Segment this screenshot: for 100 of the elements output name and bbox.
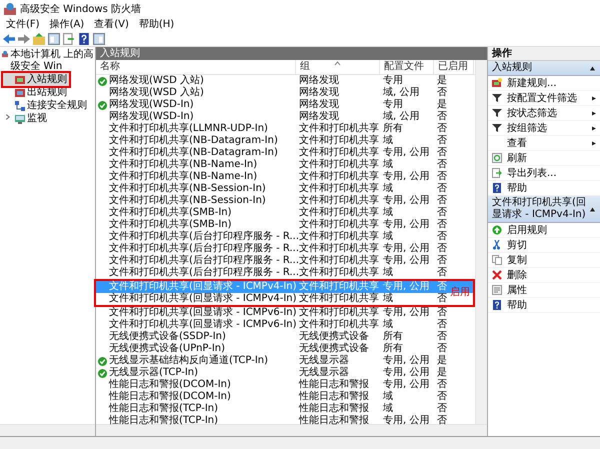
copy-icon: [492, 255, 502, 265]
table-row[interactable]: 文件和打印机共享(NB-Datagram-In) 文件和打印机共享 域 否: [96, 135, 475, 147]
action-item[interactable]: 按组筛选: [488, 121, 600, 136]
table-row[interactable]: 性能日志和警报(TCP-In) 性能日志和警报 专用, 公用 否: [96, 415, 475, 427]
menu-item[interactable]: 帮助(H): [138, 17, 174, 31]
table-cell-text: 是: [436, 367, 448, 379]
menu-item[interactable]: 文件(F): [6, 17, 40, 31]
help-icon[interactable]: [78, 32, 90, 44]
table-cell-text: 文件和打印机共享: [298, 159, 380, 170]
horizontal-scrollbar[interactable]: [0, 424, 95, 436]
column-header[interactable]: 名称: [96, 60, 296, 74]
table-cell-text: 否: [436, 379, 448, 391]
table-row[interactable]: 无线便携式设备(UPnP-In) 无线便携式设备 所有 否: [96, 343, 475, 355]
table-cell-text: 域: [382, 293, 394, 305]
action-item[interactable]: 复制: [488, 253, 600, 268]
menu-item[interactable]: 查看(V): [94, 17, 129, 31]
table-cell-text: 文件和打印机共享(NB-Name-In): [109, 171, 258, 182]
table-cell-text: 域: [382, 231, 394, 242]
table-cell-text: 性能日志和警报(TCP-In): [109, 403, 218, 414]
table-cell-text: 是: [436, 75, 448, 87]
table-row[interactable]: 文件和打印机共享(后台打印程序服务 - R...文件和打印机共享 专用, 公用 否: [96, 243, 475, 255]
menu-item[interactable]: 操作(A): [50, 17, 84, 31]
table-row[interactable]: 性能日志和警报(DCOM-In) 性能日志和警报 域 否: [96, 391, 475, 403]
action-item[interactable]: 剪切: [488, 238, 600, 253]
table-row[interactable]: 网络发现(WSD-In) 网络发现 专用 是: [96, 99, 475, 111]
table-row[interactable]: 文件和打印机共享(后台打印程序服务 - R...文件和打印机共享 域 否: [96, 231, 475, 243]
table-cell-text: 否: [436, 281, 448, 293]
table-cell-text: 无线便携式设备(UPnP-In): [109, 343, 226, 354]
table-cell-text: 文件和打印机共享(回显请求 - ICMPv6-In): [109, 307, 297, 318]
table-row[interactable]: 网络发现(WSD 入站) 网络发现 专用 是: [96, 75, 475, 87]
table-row[interactable]: 性能日志和警报(DCOM-In) 性能日志和警报 专用, 公用 否: [96, 379, 475, 391]
table-row[interactable]: 文件和打印机共享(NB-Name-In) 文件和打印机共享 专用, 公用 否: [96, 171, 475, 183]
table-cell-text: 性能日志和警报: [298, 391, 370, 402]
expand-chevron-icon[interactable]: [5, 113, 11, 121]
action-item[interactable]: 启用规则: [488, 223, 600, 238]
table-cell-text: 文件和打印机共享(NB-Datagram-In): [109, 135, 278, 146]
table-cell-text: 否: [436, 219, 448, 231]
tree-item[interactable]: 入站规则: [3, 73, 69, 86]
horizontal-scrollbar[interactable]: [96, 424, 487, 436]
table-row[interactable]: 无线便携式设备(SSDP-In) 无线便携式设备 所有 否: [96, 331, 475, 343]
action-item[interactable]: 删除: [488, 268, 600, 283]
column-header[interactable]: 组: [296, 60, 380, 74]
table-cell-text: 文件和打印机共享(后台打印程序服务 - R...: [109, 255, 299, 266]
action-item[interactable]: 属性: [488, 283, 600, 298]
action-item[interactable]: 导出列表...: [488, 166, 600, 181]
action-item[interactable]: 刷新: [488, 151, 600, 166]
table-row[interactable]: 文件和打印机共享(回显请求 - ICMPv6-In) 文件和打印机共享 专用, 公用 否: [96, 307, 475, 319]
table-row[interactable]: 文件和打印机共享(NB-Session-In) 文件和打印机共享 专用, 公用 否: [96, 195, 475, 207]
table-row[interactable]: 文件和打印机共享(NB-Datagram-In) 文件和打印机共享 专用, 公用 否: [96, 147, 475, 159]
table-cell-text: 否: [436, 391, 448, 403]
action-item[interactable]: 帮助: [488, 298, 600, 313]
table-cell-text: 专用: [382, 99, 404, 110]
pane-header: 入站规则: [96, 47, 487, 60]
action-item[interactable]: 查看: [488, 136, 600, 151]
folder-up-icon[interactable]: [33, 32, 45, 44]
action-item[interactable]: 按配置文件筛选: [488, 91, 600, 106]
table-cell-text: 专用, 公用: [382, 171, 430, 182]
table-cell-text: 否: [436, 403, 448, 415]
pane-icon[interactable]: [93, 32, 105, 44]
pane-icon[interactable]: [48, 32, 60, 44]
action-item[interactable]: 新建规则...: [488, 76, 600, 91]
table-cell-text: 否: [436, 207, 448, 219]
table-row[interactable]: 文件和打印机共享(NB-Name-In) 文件和打印机共享 域 否: [96, 159, 475, 171]
table-cell: 网络发现(WSD 入站): [109, 87, 204, 99]
collapse-triangle-icon[interactable]: [589, 206, 596, 212]
table-row[interactable]: 文件和打印机共享(SMB-In) 文件和打印机共享 域 否: [96, 207, 475, 219]
table-cell: 性能日志和警报(TCP-In): [109, 415, 218, 427]
back-arrow-icon[interactable]: [3, 32, 15, 44]
table-cell-text: 域: [382, 267, 394, 279]
table-cell-text: 文件和打印机共享: [298, 281, 380, 292]
table-row[interactable]: 文件和打印机共享(回显请求 - ICMPv6-In) 文件和打印机共享 域 否: [96, 319, 475, 331]
table-cell-text: 是: [436, 355, 448, 367]
table-cell-text: 文件和打印机共享(SMB-In): [109, 207, 232, 218]
collapse-triangle-icon[interactable]: [589, 66, 596, 70]
table-cell-text: 文件和打印机共享(LLMNR-UDP-In): [109, 123, 268, 134]
table-row[interactable]: 文件和打印机共享(SMB-In) 文件和打印机共享 专用, 公用 否: [96, 219, 475, 231]
table-cell-text: 否: [436, 159, 448, 171]
table-row[interactable]: 无线显示基础结构反向通道(TCP-In) 无线显示器 专用, 公用 是: [96, 355, 475, 367]
tree-item[interactable]: 连接安全规则: [3, 99, 89, 112]
column-header[interactable]: 配置文件: [380, 60, 434, 74]
table-cell-text: 性能日志和警报(DCOM-In): [109, 391, 231, 402]
table-row[interactable]: 网络发现(WSD 入站) 网络发现 域, 公用 否: [96, 87, 475, 99]
table-row[interactable]: 文件和打印机共享(NB-Session-In) 文件和打印机共享 域 否: [96, 183, 475, 195]
vertical-scrollbar[interactable]: [475, 60, 487, 424]
table-row[interactable]: 文件和打印机共享(后台打印程序服务 - R...文件和打印机共享 专用, 公用 否: [96, 255, 475, 267]
tree-root[interactable]: 本地计算机 上的高级安全 Win: [10, 49, 95, 73]
table-row[interactable]: 文件和打印机共享(LLMNR-UDP-In) 文件和打印机共享 所有 否: [96, 123, 475, 135]
action-item[interactable]: 按状态筛选: [488, 106, 600, 121]
column-header[interactable]: 已启用: [434, 60, 474, 74]
table-cell-text: 否: [436, 87, 448, 99]
table-row[interactable]: 文件和打印机共享(后台打印程序服务 - R...文件和打印机共享 域 否: [96, 267, 475, 279]
table-row[interactable]: 性能日志和警报(TCP-In) 性能日志和警报 域 否: [96, 403, 475, 415]
forward-arrow-icon[interactable]: [18, 32, 30, 44]
section-header[interactable]: 文件和打印机共享(回显请求 - ICMPv4-In): [488, 196, 600, 223]
table-cell-text: 专用, 公用: [382, 355, 430, 366]
table-row[interactable]: 无线显示器(TCP-In) 无线显示器 专用, 公用 是: [96, 367, 475, 379]
table-cell-text: 专用, 公用: [382, 147, 430, 158]
tree-item[interactable]: 监视: [3, 112, 49, 125]
table-row[interactable]: 网络发现(WSD-In) 网络发现 域, 公用 否: [96, 111, 475, 123]
section-header[interactable]: 入站规则: [488, 61, 600, 76]
